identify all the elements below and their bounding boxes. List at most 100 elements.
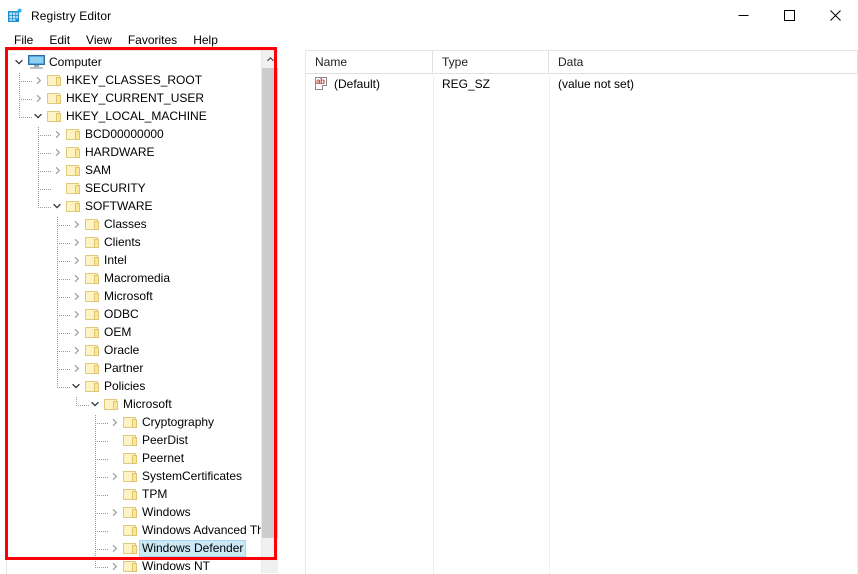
menu-item-view[interactable]: View [78,32,120,49]
tree-node[interactable]: Microsoft [7,395,278,413]
tree-node[interactable]: HKEY_LOCAL_MACHINE [7,107,278,125]
chevron-right-icon[interactable] [106,413,122,431]
minimize-button[interactable] [720,0,766,31]
chevron-right-icon[interactable] [68,251,84,269]
registry-tree: Computer HKEY_CLASSES_ROOT HKEY_CURRENT_US… [7,53,278,574]
window-controls [720,0,858,31]
tree-node[interactable]: SystemCertificates [7,467,278,485]
chevron-right-icon[interactable] [68,215,84,233]
chevron-right-icon[interactable] [68,323,84,341]
menu-item-help[interactable]: Help [185,32,226,49]
folder-icon [84,341,101,359]
tree-node[interactable]: Windows Advanced Threat P [7,521,278,539]
chevron-right-icon[interactable] [68,305,84,323]
chevron-right-icon[interactable] [30,71,46,89]
folder-icon [84,377,101,395]
chevron-right-icon[interactable] [49,143,65,161]
chevron-right-icon[interactable] [106,503,122,521]
tree-node[interactable]: Oracle [7,341,278,359]
column-header-data[interactable]: Data [549,51,858,73]
tree-node[interactable]: Windows NT [7,557,278,574]
scroll-up-button[interactable] [262,51,278,68]
tree-node[interactable]: Peernet [7,449,278,467]
tree-guide-line [57,261,71,262]
column-divider[interactable] [549,73,550,574]
tree-node[interactable]: TPM [7,485,278,503]
tree-node[interactable]: BCD00000000 [7,125,278,143]
tree-guide-line [19,73,20,118]
tree-node[interactable]: Macromedia [7,269,278,287]
chevron-right-icon[interactable] [68,359,84,377]
value-data-cell: (value not set) [558,76,635,91]
tree-node[interactable]: PeerDist [7,431,278,449]
column-header-type[interactable]: Type [433,51,549,73]
tree-node[interactable]: HKEY_CLASSES_ROOT [7,71,278,89]
value-row[interactable]: ab (Default) REG_SZ (value not set) [306,74,858,93]
close-button[interactable] [812,0,858,31]
folder-icon [122,485,139,503]
tree-guide-line [38,207,52,208]
folder-icon [46,89,63,107]
chevron-right-icon[interactable] [49,161,65,179]
chevron-right-icon[interactable] [68,269,84,287]
tree-node[interactable]: Policies [7,377,278,395]
tree-node[interactable]: HKEY_CURRENT_USER [7,89,278,107]
maximize-button[interactable] [766,0,812,31]
chevron-down-icon[interactable] [30,107,46,125]
tree-node[interactable]: SOFTWARE [7,197,278,215]
title-bar: Registry Editor [0,0,858,31]
tree-node[interactable]: Intel [7,251,278,269]
menu-item-file[interactable]: File [6,32,41,49]
tree-node-selected[interactable]: Windows Defender [7,539,278,557]
tree-guide-line [57,387,71,388]
tree-node[interactable]: SECURITY [7,179,278,197]
computer-icon [27,53,46,71]
menu-item-edit[interactable]: Edit [41,32,78,49]
column-divider[interactable] [433,73,434,574]
chevron-down-icon[interactable] [11,53,27,71]
folder-icon [65,197,82,215]
chevron-right-icon[interactable] [106,539,122,557]
tree-guide-line [57,225,71,226]
folder-icon [84,215,101,233]
tree-node[interactable]: Partner [7,359,278,377]
chevron-down-icon[interactable] [87,395,103,413]
value-name-label: (Default) [334,76,381,91]
value-name-cell: ab (Default) [306,74,433,93]
tree-guide-line [95,567,109,568]
registry-values-pane: Name Type Data ab (Default) REG_SZ (value not… [305,50,858,574]
tree-guide-line [95,423,109,424]
tree-node[interactable]: Clients [7,233,278,251]
chevron-down-icon[interactable] [49,197,65,215]
column-header-name[interactable]: Name [306,51,433,73]
tree-guide-line [95,415,96,568]
chevron-right-icon[interactable] [106,557,122,574]
chevron-right-icon[interactable] [68,341,84,359]
tree-vertical-scrollbar[interactable] [261,51,278,573]
tree-node[interactable]: SAM [7,161,278,179]
tree-node[interactable]: HARDWARE [7,143,278,161]
chevron-right-icon[interactable] [30,89,46,107]
chevron-right-icon[interactable] [49,125,65,143]
chevron-right-icon[interactable] [106,467,122,485]
tree-node[interactable]: Computer [7,53,278,71]
chevron-down-icon[interactable] [68,377,84,395]
menu-item-favorites[interactable]: Favorites [120,32,185,49]
folder-icon [122,557,139,574]
folder-icon [84,251,101,269]
scroll-thumb[interactable] [262,68,278,538]
tree-node[interactable]: OEM [7,323,278,341]
tree-node-label: Oracle [104,342,140,357]
pane-splitter[interactable] [279,50,305,574]
tree-node-label: Peernet [142,450,185,465]
tree-node[interactable]: Microsoft [7,287,278,305]
chevron-right-icon[interactable] [68,287,84,305]
tree-node[interactable]: Windows [7,503,278,521]
folder-icon [65,179,82,197]
tree-node[interactable]: Classes [7,215,278,233]
tree-node[interactable]: ODBC [7,305,278,323]
chevron-right-icon[interactable] [68,233,84,251]
folder-icon [122,539,139,557]
tree-node[interactable]: Cryptography [7,413,278,431]
